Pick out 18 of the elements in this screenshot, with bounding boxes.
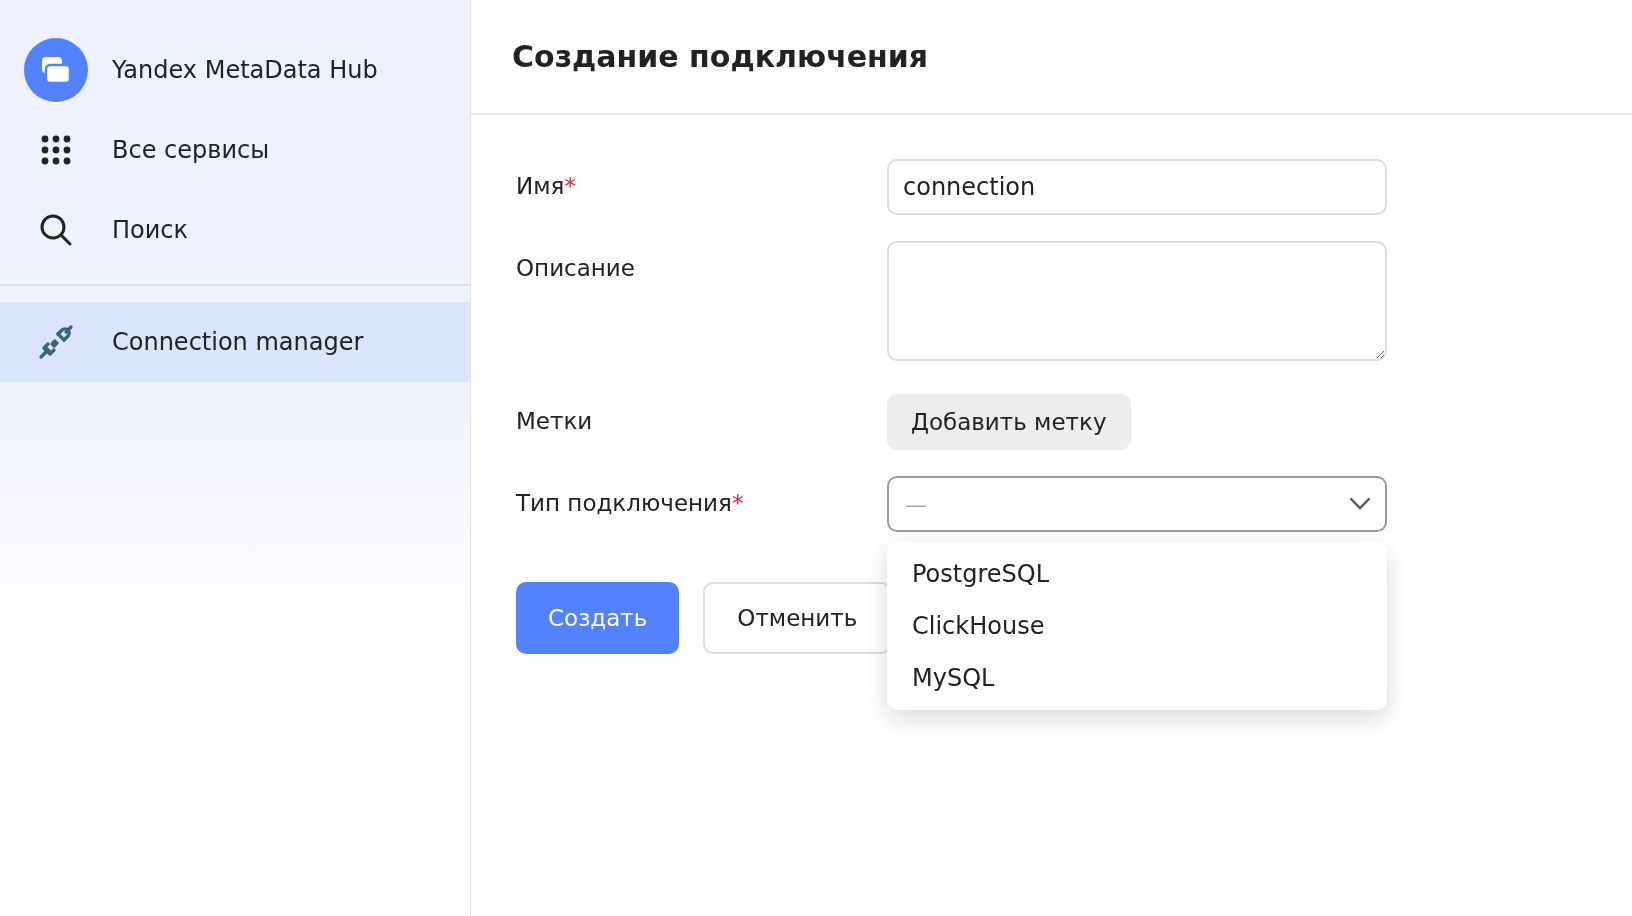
name-input[interactable]: connection — [887, 159, 1387, 215]
chevron-down-icon — [1349, 497, 1371, 511]
plug-icon — [38, 324, 74, 360]
sidebar-item[interactable]: Поиск — [0, 190, 470, 270]
description-input[interactable] — [887, 241, 1387, 361]
field-label: Имя* — [516, 172, 577, 201]
field-label: Описание — [516, 254, 636, 283]
grid-icon — [40, 134, 72, 166]
field-label: Метки — [516, 407, 594, 436]
field-label: Тип подключения* — [516, 489, 745, 518]
sidebar-item[interactable]: Все сервисы — [0, 110, 470, 190]
dropdown-option[interactable]: MySQL — [887, 652, 1387, 704]
create-button[interactable]: Создать — [516, 582, 680, 654]
search-icon — [39, 213, 73, 247]
page-title: Создание подключения — [512, 38, 929, 75]
add-tag-button[interactable]: Добавить метку — [887, 394, 1131, 450]
sidebar-item[interactable]: Connection manager — [0, 302, 470, 382]
app-title: Yandex MetaData Hub — [112, 55, 378, 86]
